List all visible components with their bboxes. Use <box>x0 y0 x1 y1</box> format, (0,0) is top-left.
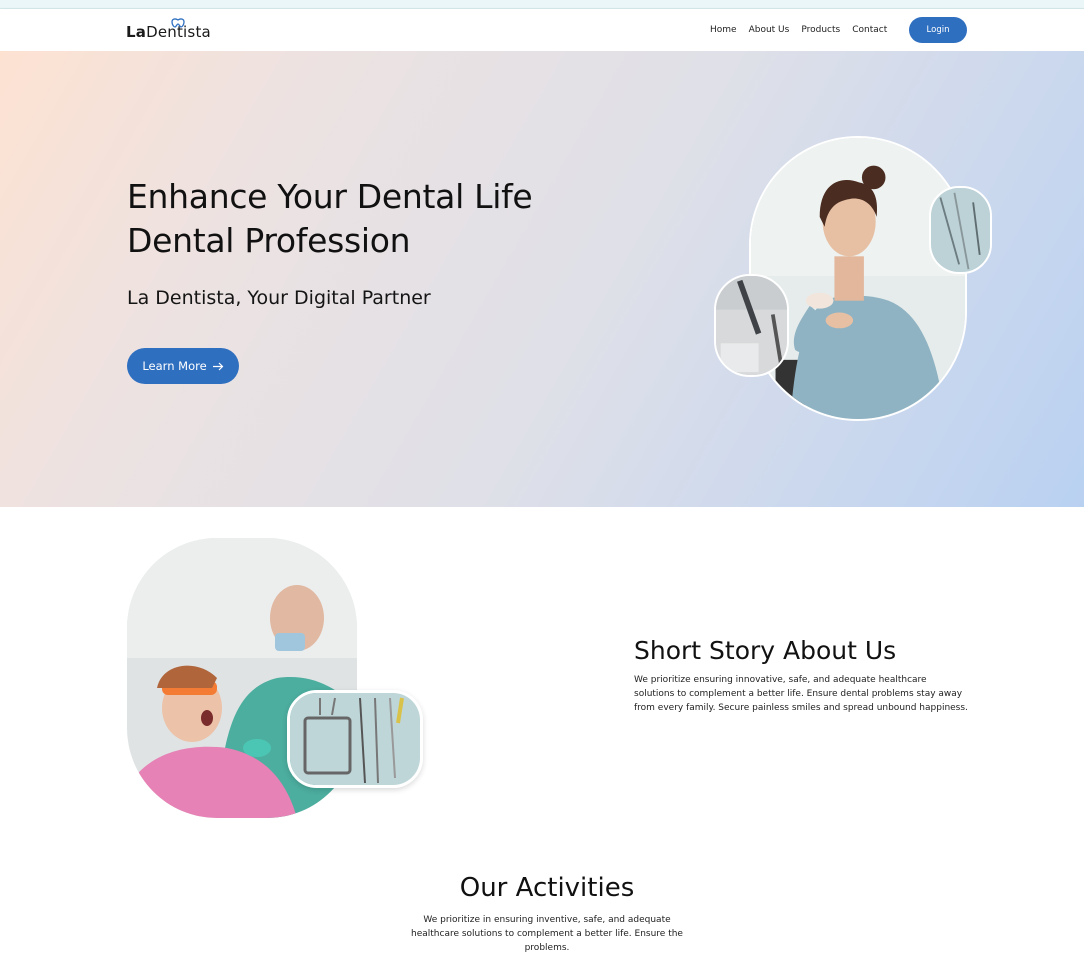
dentist-portrait-image <box>749 136 967 421</box>
tooth-icon <box>171 18 185 28</box>
login-button[interactable]: Login <box>909 17 967 43</box>
arrow-right-icon <box>212 362 224 370</box>
activities-description: We prioritize in ensuring inventive, saf… <box>411 915 683 953</box>
hero-subtitle: La Dentista, Your Digital Partner <box>127 287 431 309</box>
hero-section: Enhance Your Dental Life Dental Professi… <box>0 51 1084 507</box>
learn-more-button[interactable]: Learn More <box>127 348 239 384</box>
nav-products[interactable]: Products <box>801 25 840 35</box>
nav-links: Home About Us Products Contact <box>710 25 887 35</box>
nav-home[interactable]: Home <box>710 25 737 35</box>
dental-tools-image <box>929 186 992 274</box>
about-description: We prioritize ensuring innovative, safe,… <box>634 675 968 713</box>
dental-drill-image <box>714 274 789 377</box>
hero-title: Enhance Your Dental Life Dental Professi… <box>127 175 533 263</box>
top-strip <box>0 0 1084 9</box>
navbar: LaDentista Home About Us Products Contac… <box>0 9 1084 51</box>
logo[interactable]: LaDentista <box>126 18 211 41</box>
learn-more-label: Learn More <box>142 359 207 373</box>
logo-prefix: La <box>126 23 147 41</box>
about-title: Short Story About Us <box>634 636 897 665</box>
activities-title: Our Activities <box>459 873 635 903</box>
nav-about-us[interactable]: About Us <box>749 25 790 35</box>
hero-title-line1: Enhance Your Dental Life <box>127 177 533 216</box>
nav-contact[interactable]: Contact <box>852 25 887 35</box>
dental-instruments-tray-image <box>287 690 423 788</box>
hero-title-line2: Dental Profession <box>127 221 411 260</box>
